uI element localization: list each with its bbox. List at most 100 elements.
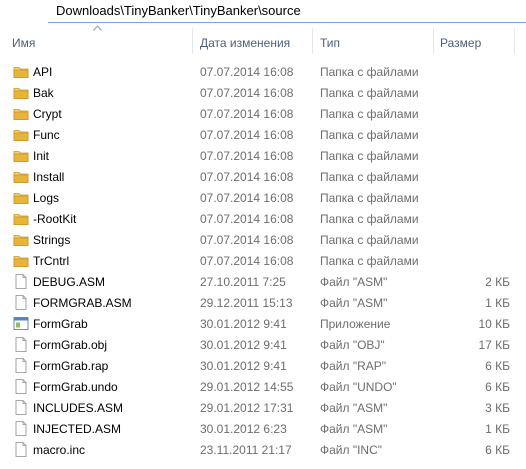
file-icon [13, 337, 29, 352]
folder-icon [13, 85, 29, 100]
file-row[interactable]: FormGrab 30.01.2012 9:41 Приложение 10 КБ [0, 313, 526, 334]
file-date: 29.01.2012 17:31 [200, 401, 294, 415]
column-divider[interactable] [312, 28, 313, 54]
file-row[interactable]: Logs 07.07.2014 16:08 Папка с файлами [0, 187, 526, 208]
address-bar[interactable]: Downloads\TinyBanker\TinyBanker\source [48, 0, 526, 23]
file-name: FORMGRAB.ASM [33, 296, 132, 310]
file-type: Папка с файлами [320, 86, 419, 100]
file-type: Папка с файлами [320, 212, 419, 226]
file-type: Файл "ASM" [320, 401, 388, 415]
file-icon [13, 358, 29, 373]
file-size: 10 КБ [478, 317, 510, 331]
sort-ascending-icon [93, 25, 102, 31]
file-type: Файл "UNDO" [320, 380, 397, 394]
file-name: -RootKit [33, 212, 77, 226]
file-date: 30.01.2012 9:41 [200, 359, 287, 373]
file-row[interactable]: FormGrab.undo 29.01.2012 14:55 Файл "UNDO"… [0, 376, 526, 397]
file-size: 1 КБ [485, 422, 510, 436]
file-name: Func [33, 128, 60, 142]
file-type: Файл "ASM" [320, 422, 388, 436]
file-row[interactable]: Func 07.07.2014 16:08 Папка с файлами [0, 124, 526, 145]
file-name: Bak [33, 86, 54, 100]
folder-icon [13, 211, 29, 226]
folder-icon [13, 232, 29, 247]
file-date: 30.01.2012 6:23 [200, 422, 287, 436]
file-name: API [33, 65, 53, 79]
file-row[interactable]: Strings 07.07.2014 16:08 Папка с файлами [0, 229, 526, 250]
file-name: Init [33, 149, 50, 163]
file-name: DEBUG.ASM [33, 275, 106, 289]
file-row[interactable]: -RootKit 07.07.2014 16:08 Папка с файлами [0, 208, 526, 229]
file-name: Crypt [33, 107, 62, 121]
file-row[interactable]: Crypt 07.07.2014 16:08 Папка с файлами [0, 103, 526, 124]
file-date: 07.07.2014 16:08 [200, 86, 294, 100]
file-size: 3 КБ [485, 401, 510, 415]
file-date: 27.10.2011 7:25 [200, 275, 286, 289]
file-name: FormGrab [33, 317, 88, 331]
file-date: 29.12.2011 15:13 [200, 296, 293, 310]
file-type: Файл "ASM" [320, 275, 388, 289]
folder-icon [13, 148, 29, 163]
file-name: FormGrab.rap [33, 359, 109, 373]
file-icon [13, 295, 29, 310]
file-type: Файл "RAP" [320, 359, 387, 373]
folder-icon [13, 169, 29, 184]
file-name: FormGrab.undo [33, 380, 118, 394]
file-date: 07.07.2014 16:08 [200, 65, 294, 79]
file-type: Приложение [320, 317, 391, 331]
file-size: 2 КБ [485, 275, 510, 289]
file-row[interactable]: FORMGRAB.ASM 29.12.2011 15:13 Файл "ASM" 1 … [0, 292, 526, 313]
file-date: 07.07.2014 16:08 [200, 128, 294, 142]
folder-icon [13, 127, 29, 142]
file-row[interactable]: TrCntrl 07.07.2014 16:08 Папка с файлами [0, 250, 526, 271]
file-row[interactable]: API 07.07.2014 16:08 Папка с файлами [0, 61, 526, 82]
folder-icon [13, 253, 29, 268]
file-row[interactable]: DEBUG.ASM 27.10.2011 7:25 Файл "ASM" 2 КБ [0, 271, 526, 292]
file-icon [13, 379, 29, 394]
file-row[interactable]: Bak 07.07.2014 16:08 Папка с файлами [0, 82, 526, 103]
folder-icon [13, 64, 29, 79]
column-divider[interactable] [433, 28, 434, 54]
file-date: 07.07.2014 16:08 [200, 233, 294, 247]
column-name[interactable]: Имя [12, 36, 35, 50]
file-date: 07.07.2014 16:08 [200, 254, 294, 268]
file-row[interactable]: macro.inc 23.11.2011 21:17 Файл "INC" 6 КБ [0, 439, 526, 460]
file-date: 07.07.2014 16:08 [200, 149, 294, 163]
file-size: 6 КБ [485, 443, 510, 457]
file-size: 17 КБ [478, 338, 510, 352]
column-type[interactable]: Тип [320, 36, 340, 50]
file-row[interactable]: FormGrab.obj 30.01.2012 9:41 Файл "OBJ" 17 … [0, 334, 526, 355]
file-name: TrCntrl [33, 254, 70, 268]
application-icon [13, 316, 29, 331]
file-name: INCLUDES.ASM [33, 401, 124, 415]
file-size: 1 КБ [485, 296, 510, 310]
file-date: 23.11.2011 21:17 [200, 443, 292, 457]
file-name: INJECTED.ASM [33, 422, 122, 436]
file-size: 6 КБ [485, 380, 510, 394]
file-row[interactable]: INJECTED.ASM 30.01.2012 6:23 Файл "ASM" 1 К… [0, 418, 526, 439]
file-type: Папка с файлами [320, 107, 419, 121]
file-date: 07.07.2014 16:08 [200, 170, 294, 184]
address-path[interactable]: Downloads\TinyBanker\TinyBanker\source [56, 3, 301, 18]
column-divider[interactable] [192, 28, 193, 54]
file-size: 6 КБ [485, 359, 510, 373]
file-type: Файл "INC" [320, 443, 383, 457]
folder-icon [13, 106, 29, 121]
column-date[interactable]: Дата изменения [200, 36, 290, 50]
column-divider[interactable] [514, 28, 515, 54]
file-type: Папка с файлами [320, 170, 419, 184]
file-row[interactable]: FormGrab.rap 30.01.2012 9:41 Файл "RAP" 6 К… [0, 355, 526, 376]
file-type: Файл "OBJ" [320, 338, 385, 352]
folder-icon [13, 190, 29, 205]
file-row[interactable]: INCLUDES.ASM 29.01.2012 17:31 Файл "ASM" 3 … [0, 397, 526, 418]
column-size[interactable]: Размер [440, 36, 481, 50]
file-date: 30.01.2012 9:41 [200, 317, 287, 331]
file-icon [13, 400, 29, 415]
file-type: Папка с файлами [320, 149, 419, 163]
file-row[interactable]: Init 07.07.2014 16:08 Папка с файлами [0, 145, 526, 166]
column-header: Имя Дата изменения Тип Размер [0, 25, 526, 58]
file-row[interactable]: Install 07.07.2014 16:08 Папка с файлами [0, 166, 526, 187]
file-name: Logs [33, 191, 60, 205]
file-date: 07.07.2014 16:08 [200, 107, 294, 121]
file-type: Папка с файлами [320, 233, 419, 247]
